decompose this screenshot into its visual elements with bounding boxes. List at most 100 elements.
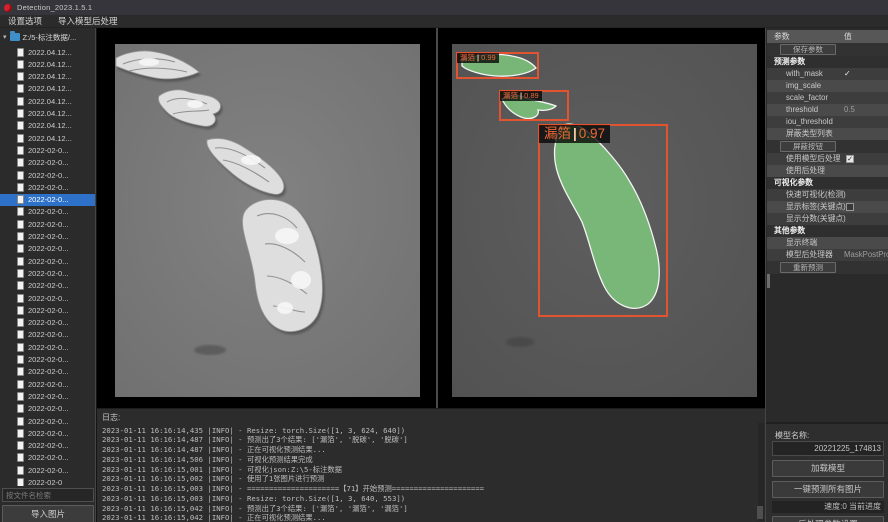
tree-item[interactable]: 2022.04.12... [0,95,96,107]
tree-item-label: 2022.04.12... [28,72,72,81]
chevron-down-icon[interactable]: ▾ [3,33,7,41]
log-console[interactable]: 日志: 2023-01-11 16:16:14,435 |INFO| - Res… [97,408,765,522]
file-icon [17,269,24,278]
postprocess-settings-button[interactable]: 后处理参数设置 [772,516,884,522]
tree-item[interactable]: 2022-02-0... [0,354,96,366]
tree-item-selected[interactable]: 2022-02-0... [0,194,96,206]
predict-all-button[interactable]: 一键预测所有图片 [772,481,884,498]
tree-item[interactable]: 2022-02-0... [0,243,96,255]
file-icon [17,84,24,93]
tree-item[interactable]: 2022.04.12... [0,46,96,58]
tree-item[interactable]: 2022-02-0... [0,280,96,292]
tree-root-folder[interactable]: ▾ Z:/5-标注数据/... [0,31,96,43]
tree-item-label: 2022-02-0... [28,330,68,339]
tree-item-label: 2022.04.12... [28,48,72,57]
load-model-button[interactable]: 加载模型 [772,460,884,477]
param-row: 显示终端 [767,237,888,249]
param-row: scale_factor [767,92,888,104]
tree-item[interactable]: 2022-02-0... [0,218,96,230]
tree-item[interactable]: 2022-02-0... [0,403,96,415]
file-sidebar: ▾ Z:/5-标注数据/... 2022.04.12...2022.04.12.… [0,28,96,522]
file-icon [17,392,24,401]
file-icon [17,367,24,376]
file-icon [17,97,24,106]
prediction-micrograph-image: 漏箔|0.99漏箔|0.89漏箔|0.97 [452,44,757,397]
tree-item[interactable]: 2022-02-0... [0,378,96,390]
file-icon [17,195,24,204]
param-row: 屏蔽类型列表 [767,128,888,140]
param-section-header: 可视化参数 [767,177,888,189]
tree-item[interactable]: 2022-02-0... [0,206,96,218]
file-icon [17,48,24,57]
tree-item[interactable]: 2022.04.12... [0,71,96,83]
tree-item-label: 2022-02-0... [28,306,68,315]
tree-item[interactable]: 2022-02-0... [0,267,96,279]
tree-item-label: 2022-02-0... [28,380,68,389]
menu-item-settings[interactable]: 设置选项 [0,15,50,28]
log-line: 2023-01-11 16:16:14,487 |INFO| - 预测出了3个结… [102,435,408,445]
tree-item[interactable]: 2022-02-0... [0,329,96,341]
tree-item[interactable]: 2022-02-0... [0,427,96,439]
tree-item[interactable]: 2022-02-0... [0,292,96,304]
search-input[interactable] [2,488,94,502]
tree-item[interactable]: 2022-02-0... [0,452,96,464]
log-scrollbar[interactable] [758,423,764,521]
tree-item[interactable]: 2022-02-0... [0,255,96,267]
param-name: img_scale [786,80,821,92]
tree-item[interactable]: 2022-02-0... [0,304,96,316]
log-scrollbar-thumb[interactable] [757,506,763,519]
tree-item[interactable]: 2022-02-0... [0,181,96,193]
param-checkbox[interactable] [846,203,854,211]
tree-item[interactable]: 2022-02-0... [0,317,96,329]
tree-item[interactable]: 2022-02-0... [0,341,96,353]
param-section-label: 其他参数 [774,225,805,237]
model-name-field[interactable]: 20221225_174813 [772,441,884,456]
tree-item[interactable]: 2022.04.12... [0,58,96,70]
tree-item[interactable]: 2022-02-0... [0,390,96,402]
param-checkbox[interactable]: ✓ [846,155,854,163]
app-window: Detection_2023.1.5.1 设置选项 导入模型后处理 ▾ Z:/5… [0,0,888,522]
file-icon [17,417,24,426]
param-action-button[interactable]: 屏蔽按钮 [780,141,836,152]
tree-item[interactable]: 2022-02-0... [0,231,96,243]
tree-item-label: 2022-02-0... [28,441,68,450]
file-icon [17,146,24,155]
tree-item[interactable]: 2022-02-0... [0,415,96,427]
param-name: 使用模型后处理 [786,153,841,165]
tree-item[interactable]: 2022.04.12... [0,108,96,120]
menu-item-import-postprocess[interactable]: 导入模型后处理 [50,15,126,28]
tree-item-label: 2022-02-0... [28,269,68,278]
tree-item[interactable]: 2022.04.12... [0,83,96,95]
file-icon [17,429,24,438]
log-line: 2023-01-11 16:16:15,002 |INFO| - 使用了1张图片… [102,474,324,484]
tree-item[interactable]: 2022-02-0... [0,464,96,476]
file-icon [17,60,24,69]
import-image-button[interactable]: 导入图片 [2,505,94,522]
param-section-label: 预测参数 [774,56,805,68]
parameter-panel: 参数 值 保存参数预测参数with_mask✓img_scalescale_fa… [765,28,888,522]
parameter-scrollbar-thumb[interactable] [767,274,770,288]
param-action-button[interactable]: 保存参数 [780,44,836,55]
tree-item-label: 2022.04.12... [28,97,72,106]
file-icon [17,121,24,130]
file-icon [17,441,24,450]
tree-item[interactable]: 2022.04.12... [0,120,96,132]
file-icon [17,134,24,143]
tree-item-label: 2022-02-0... [28,158,68,167]
log-line: 2023-01-11 16:16:15,042 |INFO| - 预测出了3个结… [102,504,408,514]
tree-item[interactable]: 2022-02-0... [0,366,96,378]
tree-item[interactable]: 2022-02-0... [0,157,96,169]
param-action-button[interactable]: 重新预测 [780,262,836,273]
tree-item-label: 2022.04.12... [28,121,72,130]
tree-item[interactable]: 2022-02-0 [0,477,96,487]
tree-item[interactable]: 2022-02-0... [0,144,96,156]
tree-item[interactable]: 2022-02-0... [0,169,96,181]
log-line: 2023-01-11 16:16:15,042 |INFO| - 正在可视化预测… [102,513,326,522]
param-row: 显示标签(关键点) [767,201,888,213]
param-row: 使用模型后处理 ✓ [767,153,888,165]
tree-item[interactable]: 2022-02-0... [0,440,96,452]
file-icon [17,109,24,118]
param-row: img_scale [767,80,888,92]
title-bar: Detection_2023.1.5.1 [0,0,888,15]
tree-item[interactable]: 2022.04.12... [0,132,96,144]
